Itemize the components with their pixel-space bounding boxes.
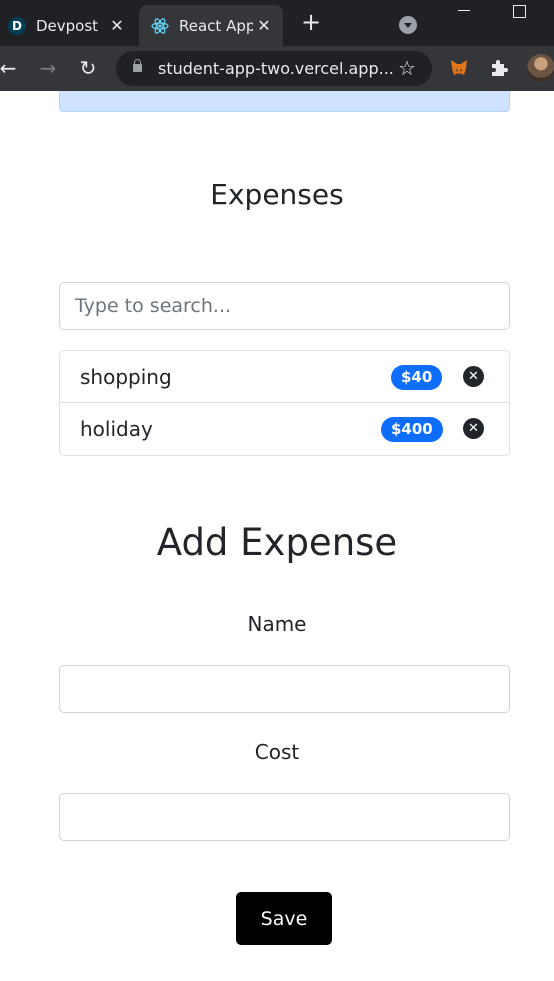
devpost-icon: D (8, 16, 26, 35)
tab-devpost[interactable]: D Devpost ✕ (0, 5, 136, 46)
list-item: shopping $40 ✕ (60, 351, 509, 403)
name-field[interactable] (59, 665, 510, 713)
puzzle-icon[interactable] (489, 58, 509, 78)
forward-icon[interactable]: → (36, 56, 60, 80)
expenses-heading: Expenses (210, 178, 344, 211)
address-bar[interactable]: student-app-two.vercel.app... ☆ (116, 51, 432, 86)
name-label: Name (247, 612, 307, 636)
star-icon[interactable]: ☆ (398, 56, 416, 80)
search-input[interactable] (59, 282, 510, 330)
reload-icon[interactable]: ↻ (76, 56, 100, 80)
close-icon[interactable]: ✕ (253, 16, 275, 35)
list-item: holiday $400 ✕ (60, 403, 509, 455)
lock-icon[interactable] (133, 59, 142, 72)
page-content: Expenses shopping $40 ✕ holiday $400 ✕ A… (0, 91, 554, 981)
back-icon[interactable]: ← (0, 56, 20, 80)
minimize-icon[interactable] (458, 10, 470, 11)
browser-toolbar: ← → ↻ student-app-two.vercel.app... ☆ (0, 46, 554, 91)
cost-badge: $40 (391, 365, 443, 390)
tab-title: React App (179, 16, 253, 35)
delete-icon[interactable]: ✕ (463, 366, 484, 387)
tab-title: Devpost (36, 16, 99, 35)
tab-search-icon[interactable] (399, 16, 417, 34)
tab-react-app[interactable]: React App ✕ (139, 5, 283, 46)
url-text[interactable]: student-app-two.vercel.app... (158, 59, 394, 78)
add-expense-heading: Add Expense (156, 521, 398, 564)
avatar[interactable] (527, 54, 554, 82)
delete-icon[interactable]: ✕ (463, 418, 484, 439)
expense-list: shopping $40 ✕ holiday $400 ✕ (59, 350, 510, 456)
close-icon[interactable]: ✕ (106, 16, 128, 35)
maximize-icon[interactable] (513, 5, 526, 18)
cost-label: Cost (254, 740, 300, 764)
expense-name: holiday (80, 417, 153, 441)
browser-tab-strip: D Devpost ✕ React App ✕ + (0, 0, 554, 46)
react-icon (151, 17, 169, 35)
alert-box (59, 91, 510, 112)
metamask-icon[interactable] (449, 58, 469, 78)
cost-badge: $400 (381, 417, 443, 442)
expense-name: shopping (80, 365, 172, 389)
cost-field[interactable] (59, 793, 510, 841)
new-tab-button[interactable]: + (298, 10, 324, 36)
save-button[interactable]: Save (236, 892, 332, 945)
